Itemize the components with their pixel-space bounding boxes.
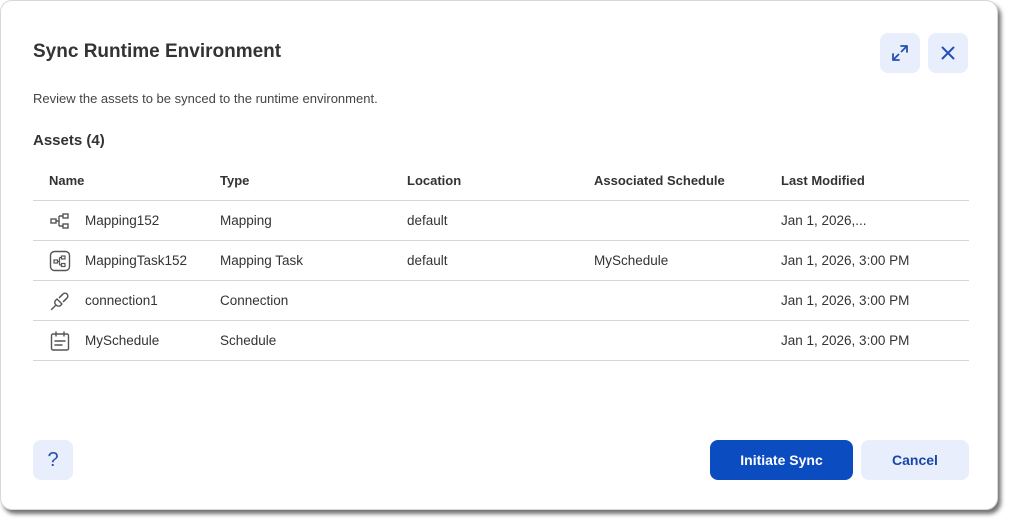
assets-heading: Assets (4) [33,132,105,149]
table-header: Name Type Location Associated Schedule L… [33,161,969,201]
help-button[interactable]: ? [33,440,73,480]
asset-last-modified: Jan 1, 2026, 3:00 PM [781,253,910,268]
close-icon [939,44,957,62]
sync-dialog: Sync Runtime Environment Review the asse… [0,0,998,510]
expand-icon [890,43,910,63]
table-row[interactable]: Mapping152 Mapping default Jan 1, 2026,.… [33,201,969,241]
table-row[interactable]: connection1 Connection Jan 1, 2026, 3:00… [33,281,969,321]
asset-type: Mapping [220,213,272,228]
asset-name: MySchedule [85,333,160,348]
expand-button[interactable] [880,33,920,73]
mapping-task-icon [49,250,71,272]
asset-type: Schedule [220,333,277,348]
connection-plug-icon [49,290,71,312]
asset-last-modified: Jan 1, 2026, 3:00 PM [781,293,910,308]
table-row[interactable]: MySchedule Schedule Jan 1, 2026, 3:00 PM [33,321,969,361]
column-header-name[interactable]: Name [33,173,220,188]
asset-last-modified: Jan 1, 2026,... [781,213,867,228]
column-header-type[interactable]: Type [220,173,407,188]
asset-type: Mapping Task [220,253,304,268]
asset-last-modified: Jan 1, 2026, 3:00 PM [781,333,910,348]
assets-table: Name Type Location Associated Schedule L… [33,161,969,361]
initiate-sync-button[interactable]: Initiate Sync [710,440,853,480]
mapping-icon [49,210,71,232]
asset-name: connection1 [85,293,158,308]
close-button[interactable] [928,33,968,73]
dialog-title: Sync Runtime Environment [33,41,282,62]
dialog-description: Review the assets to be synced to the ru… [33,91,378,106]
column-header-last-modified[interactable]: Last Modified [781,173,951,188]
column-header-associated-schedule[interactable]: Associated Schedule [594,173,781,188]
asset-type: Connection [220,293,289,308]
table-row[interactable]: MappingTask152 Mapping Task default MySc… [33,241,969,281]
asset-location: default [407,253,448,268]
schedule-calendar-icon [49,330,71,352]
column-header-location[interactable]: Location [407,173,594,188]
asset-name: MappingTask152 [85,253,188,268]
asset-schedule: MySchedule [594,253,669,268]
asset-location: default [407,213,448,228]
cancel-button[interactable]: Cancel [861,440,969,480]
asset-name: Mapping152 [85,213,160,228]
